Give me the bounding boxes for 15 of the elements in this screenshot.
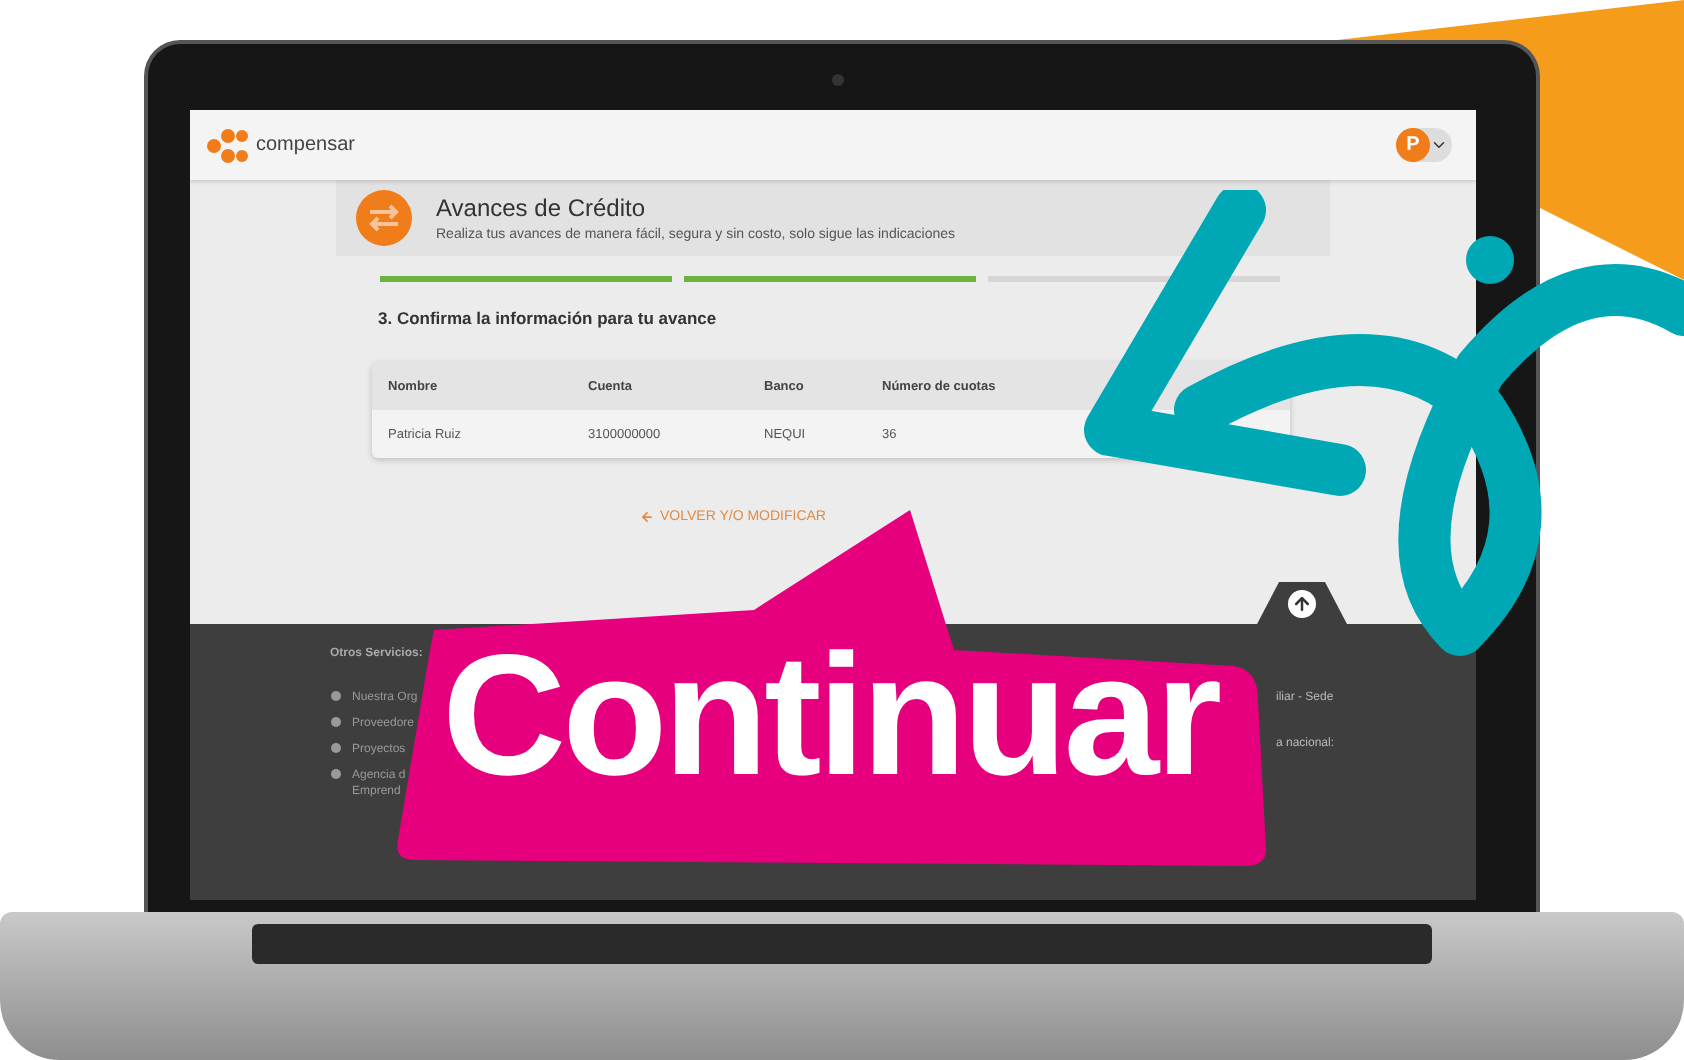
step-title: 3. Confirma la información para tu avance [378,308,717,328]
bullet-icon [330,716,342,728]
bullet-icon [330,768,342,780]
chevron-icon [1430,136,1448,154]
arrow-left-icon [640,510,654,524]
banner-title: Avances de Crédito [436,194,648,222]
bullet-icon [330,690,342,702]
user-menu[interactable]: P [1396,128,1452,162]
avatar: P [1396,128,1430,162]
logo-text: compensar [256,134,355,156]
callout-text: Continuar [442,630,1219,802]
exchange-icon [356,190,412,246]
arrow-up-icon [1292,594,1312,614]
bullet-icon [330,742,342,754]
logo-icon [206,127,250,163]
